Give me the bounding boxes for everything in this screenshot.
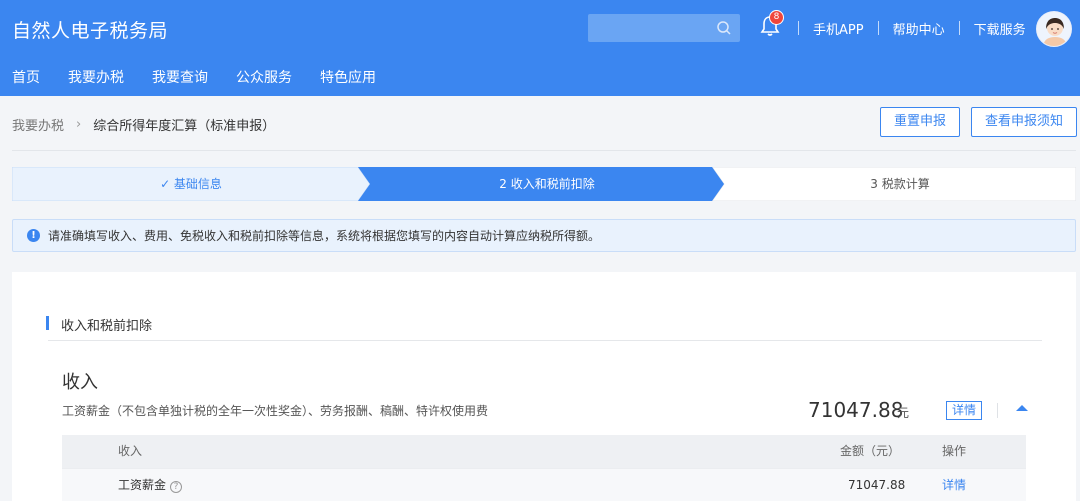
breadcrumb-current: 综合所得年度汇算（标准申报） (93, 119, 276, 134)
divider (997, 403, 998, 418)
nav-home[interactable]: 首页 (12, 67, 40, 87)
income-detail-button[interactable]: 详情 (946, 401, 982, 420)
collapse-caret-icon[interactable] (1016, 405, 1028, 411)
nav-tax-handling[interactable]: 我要办税 (68, 67, 124, 87)
search-icon[interactable] (716, 20, 732, 36)
step-basic-info[interactable]: ✓ 基础信息 (12, 167, 370, 201)
search-input[interactable] (588, 14, 740, 42)
column-header-amount: 金额（元） (840, 444, 901, 458)
reset-filing-button[interactable]: 重置申报 (880, 107, 960, 137)
section-title-text: 收入和税前扣除 (61, 319, 153, 334)
nav-special-apps[interactable]: 特色应用 (320, 67, 376, 87)
user-avatar-icon (1037, 12, 1071, 46)
column-header-action: 操作 (942, 444, 967, 458)
table-header: 收入 金额（元） 操作 (62, 435, 1026, 468)
step-income-deduction[interactable]: 2 收入和税前扣除 (370, 167, 724, 201)
income-description: 工资薪金（不包含单独计税的全年一次性奖金）、劳务报酬、稿酬、特许权使用费 (62, 404, 489, 418)
breadcrumb-parent[interactable]: 我要办税 (12, 115, 64, 134)
top-header: 自然人电子税务局 8 手机APP 帮助中心 下载服务 首页 我要办税 我要查询 … (0, 0, 1080, 96)
info-notice: ! 请准确填写收入、费用、免税收入和税前扣除等信息，系统将根据您填写的内容自动计… (12, 219, 1076, 252)
income-item-name: 工资薪金 (118, 478, 167, 492)
avatar[interactable] (1036, 11, 1072, 47)
main-nav: 首页 我要办税 我要查询 公众服务 特色应用 (12, 67, 404, 87)
notification-badge: 8 (769, 10, 784, 25)
notice-text: 请准确填写收入、费用、免税收入和税前扣除等信息，系统将根据您填写的内容自动计算应… (48, 229, 601, 243)
income-unit: 元 (897, 406, 910, 420)
column-header-income: 收入 (118, 444, 143, 458)
nav-query[interactable]: 我要查询 (152, 67, 208, 87)
link-mobile-app[interactable]: 手机APP (813, 19, 864, 38)
income-item-cell: 工资薪金? (118, 469, 183, 501)
link-download-service[interactable]: 下载服务 (974, 19, 1026, 38)
income-title: 收入 (62, 372, 98, 393)
income-item-detail-link[interactable]: 详情 (942, 469, 966, 501)
top-links: 手机APP 帮助中心 下载服务 (798, 18, 1026, 38)
view-notice-button[interactable]: 查看申报须知 (971, 107, 1077, 137)
chevron-right-icon: › (76, 117, 82, 132)
info-icon: ! (27, 229, 40, 242)
divider (12, 150, 1076, 151)
nav-public-service[interactable]: 公众服务 (236, 67, 292, 87)
breadcrumb: 我要办税 › 综合所得年度汇算（标准申报） (12, 115, 275, 134)
divider (798, 21, 799, 35)
help-icon[interactable]: ? (170, 481, 183, 493)
step-tax-calculation[interactable]: 3 税款计算 (724, 167, 1076, 201)
app-title: 自然人电子税务局 (12, 20, 169, 42)
progress-steps: ✓ 基础信息 2 收入和税前扣除 3 税款计算 (12, 167, 1076, 201)
section-title: 收入和税前扣除 (48, 315, 152, 334)
divider (48, 340, 1042, 341)
income-total-amount: 71047.88 (808, 398, 904, 422)
divider (958, 21, 960, 35)
income-table: 收入 金额（元） 操作 工资薪金? 71047.88 详情 (62, 435, 1026, 501)
income-item-amount: 71047.88 (848, 478, 906, 492)
link-help-center[interactable]: 帮助中心 (893, 19, 945, 38)
table-row: 工资薪金? 71047.88 详情 (62, 468, 1026, 501)
divider (877, 21, 879, 35)
